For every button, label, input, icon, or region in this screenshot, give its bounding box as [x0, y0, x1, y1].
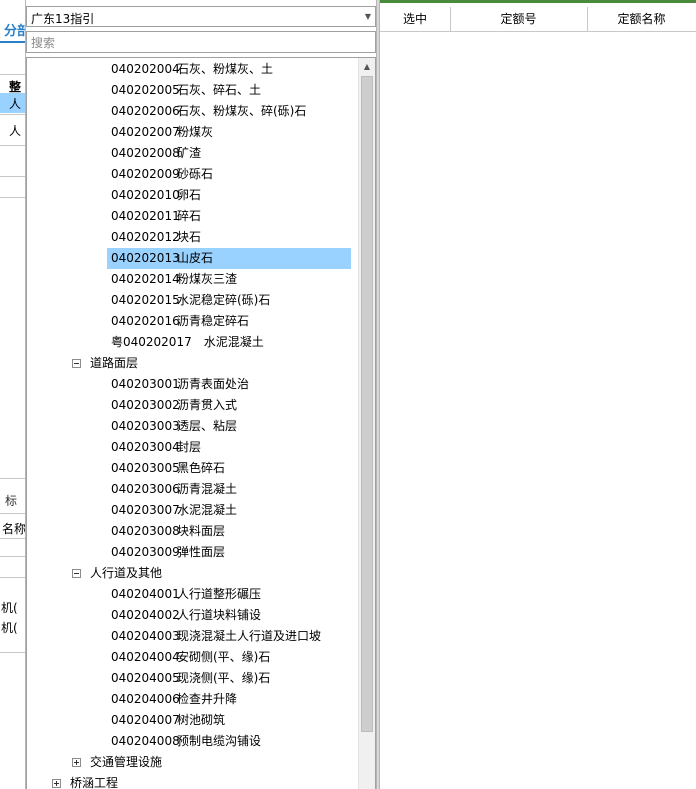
- tree-node[interactable]: 040202016沥青稳定碎石: [107, 311, 253, 332]
- tree-node-selected[interactable]: 040202013山皮石: [107, 248, 351, 269]
- tree-node[interactable]: 040203009弹性面层: [107, 542, 229, 563]
- tree-node[interactable]: 040202008矿渣: [107, 143, 205, 164]
- tree-group-road-surface[interactable]: 道路面层: [72, 353, 138, 374]
- tree-node[interactable]: 040202014粉煤灰三渣: [107, 269, 241, 290]
- background-label-1: 标: [5, 494, 18, 508]
- tree-group-bridge-culvert[interactable]: 桥涵工程: [52, 773, 118, 789]
- tree-node[interactable]: 粤040202017 水泥混凝土: [107, 332, 268, 353]
- tree-scrollbar[interactable]: ▲: [358, 58, 375, 789]
- tree-node[interactable]: 040203006沥青混凝土: [107, 479, 241, 500]
- tree-node[interactable]: 040204008预制电缆沟铺设: [107, 731, 265, 752]
- guide-select[interactable]: 广东13指引 ▼: [26, 6, 376, 27]
- tree-node[interactable]: 040204003现浇混凝土人行道及进口坡: [107, 626, 325, 647]
- column-header-quota-name[interactable]: 定额名称: [587, 7, 696, 31]
- quota-table: 选中 定额号 定额名称: [380, 3, 696, 789]
- tree-node[interactable]: 040203003透层、粘层: [107, 416, 241, 437]
- tree-node[interactable]: 040202010卵石: [107, 185, 205, 206]
- collapse-icon[interactable]: [72, 569, 81, 578]
- background-panel: 分部 整 人 人 标 名称 机( 机(: [0, 0, 26, 789]
- tree-node[interactable]: 040202015水泥稳定碎(砾)石: [107, 290, 274, 311]
- tree-node[interactable]: 040204006检查井升降: [107, 689, 241, 710]
- table-header: 选中 定额号 定额名称: [380, 7, 696, 32]
- tree-node[interactable]: 040203004封层: [107, 437, 205, 458]
- tree-node[interactable]: 040204004安砌侧(平、缘)石: [107, 647, 274, 668]
- tree-node[interactable]: 040202004石灰、粉煤灰、土: [107, 59, 277, 80]
- background-label-2: 名称: [2, 522, 26, 536]
- tree-node[interactable]: 040202005石灰、碎石、土: [107, 80, 265, 101]
- tree-group-traffic-management[interactable]: 交通管理设施: [72, 752, 162, 773]
- tree-node[interactable]: 040203005黑色碎石: [107, 458, 229, 479]
- scrollbar-thumb[interactable]: [361, 76, 373, 732]
- tree-node[interactable]: 040203002沥青贯入式: [107, 395, 241, 416]
- background-row-4: 机(: [1, 621, 18, 635]
- tree-node[interactable]: 040204007树池砌筑: [107, 710, 229, 731]
- expand-icon[interactable]: [52, 779, 61, 788]
- column-header-selected[interactable]: 选中: [380, 7, 451, 31]
- tree-node[interactable]: 040203001沥青表面处治: [107, 374, 253, 395]
- collapse-icon[interactable]: [72, 359, 81, 368]
- tree-node[interactable]: 040204001人行道整形碾压: [107, 584, 265, 605]
- tree-node[interactable]: 040203007水泥混凝土: [107, 500, 241, 521]
- column-header-quota-code[interactable]: 定额号: [450, 7, 588, 31]
- background-tab[interactable]: 分部: [0, 20, 25, 43]
- background-row-3: 机(: [1, 601, 18, 615]
- scroll-up-icon[interactable]: ▲: [359, 58, 375, 75]
- tree-node[interactable]: 040202007粉煤灰: [107, 122, 217, 143]
- search-box[interactable]: [26, 31, 376, 53]
- chevron-down-icon[interactable]: ▼: [365, 12, 371, 21]
- background-row-2: 人: [9, 124, 22, 138]
- tree-node[interactable]: 040203008块料面层: [107, 521, 229, 542]
- tree-node[interactable]: 040202011碎石: [107, 206, 205, 227]
- tree-node[interactable]: 040202006石灰、粉煤灰、碎(砾)石: [107, 101, 310, 122]
- tree-node[interactable]: 040202012块石: [107, 227, 205, 248]
- tree-node[interactable]: 040204005现浇侧(平、缘)石: [107, 668, 274, 689]
- expand-icon[interactable]: [72, 758, 81, 767]
- quota-tree[interactable]: 040202004石灰、粉煤灰、土 040202005石灰、碎石、土 04020…: [26, 57, 376, 789]
- guide-select-value: 广东13指引: [31, 12, 95, 26]
- tree-node[interactable]: 040204002人行道块料铺设: [107, 605, 265, 626]
- search-input[interactable]: [29, 33, 373, 53]
- tree-group-sidewalk[interactable]: 人行道及其他: [72, 563, 162, 584]
- background-row-1: 人: [9, 97, 22, 111]
- tree-node[interactable]: 040202009砂砾石: [107, 164, 217, 185]
